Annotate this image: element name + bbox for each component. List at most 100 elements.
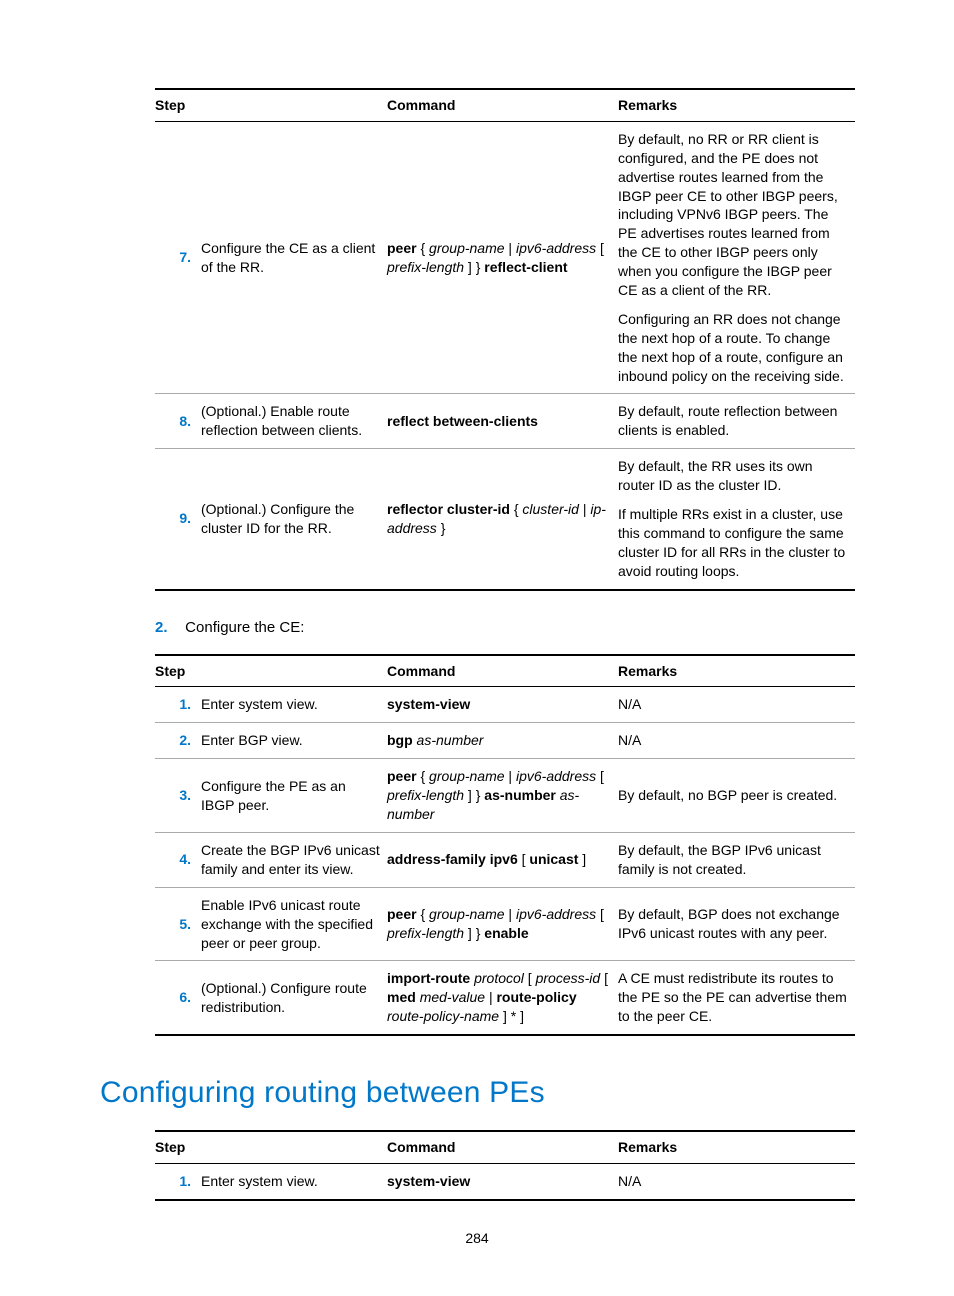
step-command: peer { group-name | ipv6-address [ prefi…: [387, 759, 618, 833]
cmd-token: as-number: [417, 732, 484, 748]
cmd-token: as-number: [484, 787, 556, 803]
section-heading: Configuring routing between PEs: [100, 1076, 849, 1110]
remarks-paragraph: By default, the RR uses its own router I…: [618, 457, 849, 495]
step-description: Enable IPv6 unicast route exchange with …: [201, 887, 387, 961]
col-remarks: Remarks: [618, 655, 855, 687]
cmd-token: {: [417, 906, 429, 922]
step-remarks: A CE must redistribute its routes to the…: [618, 961, 855, 1035]
table2-body: 1.Enter system view.system-viewN/A2.Ente…: [155, 687, 855, 1035]
document-page: Step Command Remarks 7.Configure the CE …: [0, 0, 954, 1296]
cmd-token: ipv6-address: [516, 906, 596, 922]
cmd-token: med: [387, 989, 416, 1005]
cmd-token: group-name: [429, 240, 505, 256]
cmd-token: |: [505, 240, 516, 256]
steps-table-2: Step Command Remarks 1.Enter system view…: [155, 654, 855, 1036]
step-description: Enter BGP view.: [201, 723, 387, 759]
step-description: Create the BGP IPv6 unicast family and e…: [201, 832, 387, 887]
cmd-token: [: [596, 240, 604, 256]
step-remarks: By default, BGP does not exchange IPv6 u…: [618, 887, 855, 961]
table-row: 1.Enter system view.system-viewN/A: [155, 1163, 855, 1199]
step-command: reflector cluster-id { cluster-id | ip-a…: [387, 449, 618, 590]
table-row: 4.Create the BGP IPv6 unicast family and…: [155, 832, 855, 887]
remarks-paragraph: If multiple RRs exist in a cluster, use …: [618, 505, 849, 581]
remarks-paragraph: By default, no BGP peer is created.: [618, 786, 849, 805]
step-description: Configure the CE as a client of the RR.: [201, 121, 387, 394]
step-remarks: By default, route reflection between cli…: [618, 394, 855, 449]
step-remarks: N/A: [618, 1163, 855, 1199]
cmd-token: prefix-length: [387, 259, 464, 275]
remarks-paragraph: N/A: [618, 731, 849, 750]
cmd-token: peer: [387, 768, 417, 784]
inter-step-num: 2.: [155, 619, 181, 636]
table-row: 9.(Optional.) Configure the cluster ID f…: [155, 449, 855, 590]
step-command: system-view: [387, 687, 618, 723]
step-number: 8.: [155, 394, 201, 449]
cmd-token: |: [505, 906, 516, 922]
table3-body: 1.Enter system view.system-viewN/A: [155, 1163, 855, 1199]
cmd-token: |: [505, 768, 516, 784]
step-remarks: By default, no RR or RR client is config…: [618, 121, 855, 394]
cmd-token: {: [417, 240, 429, 256]
step-command: reflect between-clients: [387, 394, 618, 449]
step-number: 4.: [155, 832, 201, 887]
remarks-paragraph: N/A: [618, 695, 849, 714]
table1-body: 7.Configure the CE as a client of the RR…: [155, 121, 855, 589]
cmd-token: reflect-client: [484, 259, 567, 275]
cmd-token: ipv6-address: [516, 240, 596, 256]
table-row: 1.Enter system view.system-viewN/A: [155, 687, 855, 723]
remarks-paragraph: Configuring an RR does not change the ne…: [618, 310, 849, 386]
table-row: 5.Enable IPv6 unicast route exchange wit…: [155, 887, 855, 961]
col-step: Step: [155, 89, 387, 121]
step-remarks: By default, no BGP peer is created.: [618, 759, 855, 833]
col-command: Command: [387, 1131, 618, 1163]
cmd-token: [: [600, 970, 608, 986]
step-remarks: By default, the BGP IPv6 unicast family …: [618, 832, 855, 887]
col-command: Command: [387, 655, 618, 687]
step-number: 3.: [155, 759, 201, 833]
cmd-token: protocol: [474, 970, 524, 986]
inter-step: 2. Configure the CE:: [155, 619, 849, 636]
cmd-token: [: [596, 906, 604, 922]
step-description: (Optional.) Enable route reflection betw…: [201, 394, 387, 449]
cmd-token: route-policy: [496, 989, 576, 1005]
cmd-token: [: [518, 851, 530, 867]
step-number: 5.: [155, 887, 201, 961]
cmd-token: med-value: [420, 989, 485, 1005]
cmd-token: peer: [387, 906, 417, 922]
remarks-paragraph: N/A: [618, 1172, 849, 1191]
table-row: 3.Configure the PE as an IBGP peer.peer …: [155, 759, 855, 833]
table-row: 2.Enter BGP view.bgp as-numberN/A: [155, 723, 855, 759]
step-description: Enter system view.: [201, 687, 387, 723]
cmd-token: system-view: [387, 696, 470, 712]
table-row: 8.(Optional.) Enable route reflection be…: [155, 394, 855, 449]
step-description: Configure the PE as an IBGP peer.: [201, 759, 387, 833]
remarks-paragraph: By default, the BGP IPv6 unicast family …: [618, 841, 849, 879]
table-header-row: Step Command Remarks: [155, 89, 855, 121]
cmd-token: {: [417, 768, 429, 784]
table-header-row: Step Command Remarks: [155, 1131, 855, 1163]
step-remarks: By default, the RR uses its own router I…: [618, 449, 855, 590]
step-description: Enter system view.: [201, 1163, 387, 1199]
remarks-paragraph: A CE must redistribute its routes to the…: [618, 969, 849, 1026]
step-command: system-view: [387, 1163, 618, 1199]
col-command: Command: [387, 89, 618, 121]
cmd-token: prefix-length: [387, 787, 464, 803]
step-number: 1.: [155, 1163, 201, 1199]
step-command: bgp as-number: [387, 723, 618, 759]
cmd-token: ] }: [464, 259, 484, 275]
remarks-paragraph: By default, BGP does not exchange IPv6 u…: [618, 905, 849, 943]
step-command: peer { group-name | ipv6-address [ prefi…: [387, 121, 618, 394]
col-remarks: Remarks: [618, 89, 855, 121]
cmd-token: import-route: [387, 970, 470, 986]
step-command: address-family ipv6 [ unicast ]: [387, 832, 618, 887]
cmd-token: process-id: [536, 970, 601, 986]
step-description: (Optional.) Configure the cluster ID for…: [201, 449, 387, 590]
step-description: (Optional.) Configure route redistributi…: [201, 961, 387, 1035]
step-number: 6.: [155, 961, 201, 1035]
col-remarks: Remarks: [618, 1131, 855, 1163]
cmd-token: ] }: [464, 925, 484, 941]
cmd-token: ipv6-address: [516, 768, 596, 784]
col-step: Step: [155, 1131, 387, 1163]
col-step: Step: [155, 655, 387, 687]
cmd-token: bgp: [387, 732, 413, 748]
